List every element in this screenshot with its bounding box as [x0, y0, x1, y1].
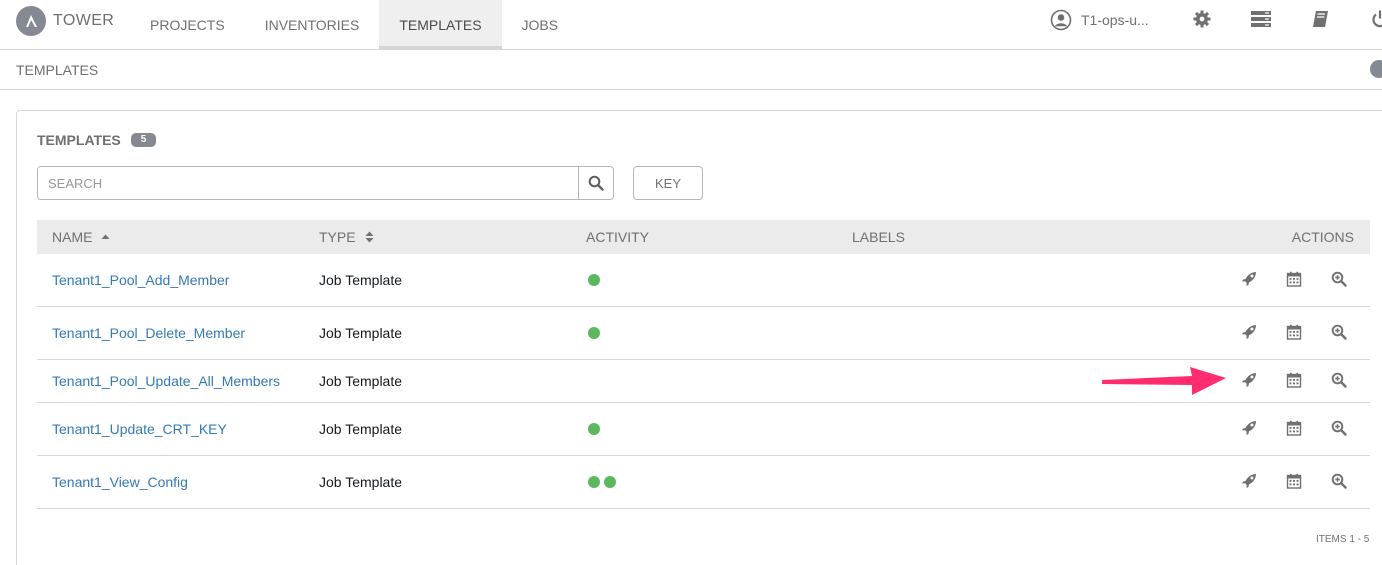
- table-row: Tenant1_Pool_Add_Member Job Template: [37, 254, 1370, 307]
- calendar-icon: [1286, 324, 1302, 343]
- nav-link-templates[interactable]: TEMPLATES: [379, 0, 502, 49]
- search-box: [37, 166, 614, 200]
- view-button[interactable]: [1331, 456, 1347, 508]
- template-type: Job Template: [319, 325, 403, 341]
- power-icon[interactable]: [1370, 9, 1382, 29]
- top-navigation: TOWER PROJECTS INVENTORIES TEMPLATES JOB…: [0, 0, 1382, 50]
- activity-stream-icon[interactable]: [1370, 60, 1382, 78]
- column-header-name[interactable]: NAME: [52, 220, 110, 254]
- view-button[interactable]: [1331, 307, 1347, 359]
- launch-button[interactable]: [1241, 456, 1257, 508]
- user-link[interactable]: T1-ops-u...: [1050, 9, 1149, 31]
- count-badge: 5: [130, 133, 157, 147]
- activity-indicators: [588, 254, 604, 306]
- zoom-in-icon: [1331, 473, 1347, 492]
- nav-link-jobs[interactable]: JOBS: [502, 0, 579, 49]
- rocket-icon: [1241, 473, 1257, 492]
- user-menu: T1-ops-u...: [1050, 0, 1149, 40]
- launch-button[interactable]: [1241, 307, 1257, 359]
- launch-button[interactable]: [1241, 360, 1257, 402]
- zoom-in-icon: [1331, 324, 1347, 343]
- column-header-type[interactable]: TYPE: [319, 220, 374, 254]
- job-status-dot[interactable]: [588, 274, 600, 286]
- table-header: NAME TYPE ACTIVITY LABELS ACTIONS: [37, 220, 1370, 254]
- job-status-dot[interactable]: [588, 327, 600, 339]
- calendar-icon: [1286, 473, 1302, 492]
- user-icon: [1050, 9, 1072, 31]
- table-row: Tenant1_Update_CRT_KEY Job Template: [37, 403, 1370, 456]
- nav-link-inventories[interactable]: INVENTORIES: [245, 0, 380, 49]
- launch-button[interactable]: [1241, 403, 1257, 455]
- job-status-dot[interactable]: [604, 476, 616, 488]
- template-type: Job Template: [319, 474, 403, 490]
- brand[interactable]: TOWER: [16, 6, 114, 36]
- activity-indicators: [588, 403, 604, 455]
- template-type: Job Template: [319, 272, 403, 288]
- template-name-link[interactable]: Tenant1_Pool_Add_Member: [52, 272, 229, 288]
- column-header-labels: LABELS: [852, 229, 905, 245]
- sort-icon: [365, 231, 374, 243]
- gear-icon[interactable]: [1192, 9, 1212, 29]
- view-button[interactable]: [1331, 403, 1347, 455]
- zoom-in-icon: [1331, 372, 1347, 391]
- template-name-link[interactable]: Tenant1_View_Config: [52, 474, 188, 490]
- job-status-dot[interactable]: [588, 476, 600, 488]
- table-row: Tenant1_View_Config Job Template: [37, 456, 1370, 509]
- column-header-type-label: TYPE: [319, 229, 356, 245]
- search-button[interactable]: [578, 167, 613, 199]
- rocket-icon: [1241, 420, 1257, 439]
- sort-ascending-icon: [101, 233, 110, 242]
- table-row: Tenant1_Pool_Delete_Member Job Template: [37, 307, 1370, 360]
- zoom-in-icon: [1331, 420, 1347, 439]
- schedule-button[interactable]: [1286, 403, 1302, 455]
- schedule-button[interactable]: [1286, 254, 1302, 306]
- server-icon[interactable]: [1250, 9, 1272, 29]
- template-type: Job Template: [319, 373, 403, 389]
- pagination-items: ITEMS 1 - 5: [1316, 534, 1370, 545]
- activity-indicators: [588, 307, 604, 359]
- view-button[interactable]: [1331, 360, 1347, 402]
- rocket-icon: [1241, 324, 1257, 343]
- panel-title-text: TEMPLATES: [37, 132, 121, 148]
- book-icon[interactable]: [1311, 9, 1331, 29]
- column-header-name-label: NAME: [52, 229, 93, 245]
- job-status-dot[interactable]: [588, 423, 600, 435]
- column-header-activity: ACTIVITY: [586, 229, 650, 245]
- templates-panel: TEMPLATES 5 KEY NAME TYPE: [16, 110, 1382, 565]
- schedule-button[interactable]: [1286, 360, 1302, 402]
- brand-name: TOWER: [53, 12, 115, 29]
- schedule-button[interactable]: [1286, 456, 1302, 508]
- zoom-in-icon: [1331, 271, 1347, 290]
- key-button[interactable]: KEY: [633, 166, 703, 200]
- annotation-arrow-icon: [1102, 367, 1226, 395]
- breadcrumb-templates: TEMPLATES: [16, 62, 99, 78]
- calendar-icon: [1286, 271, 1302, 290]
- launch-button[interactable]: [1241, 254, 1257, 306]
- schedule-button[interactable]: [1286, 307, 1302, 359]
- rocket-icon: [1241, 372, 1257, 391]
- breadcrumb: TEMPLATES: [0, 50, 1382, 90]
- calendar-icon: [1286, 372, 1302, 391]
- rocket-icon: [1241, 271, 1257, 290]
- template-name-link[interactable]: Tenant1_Pool_Update_All_Members: [52, 373, 280, 389]
- template-name-link[interactable]: Tenant1_Pool_Delete_Member: [52, 325, 245, 341]
- search-icon: [588, 175, 604, 191]
- ansible-logo-icon: [16, 6, 46, 36]
- username: T1-ops-u...: [1081, 12, 1149, 28]
- template-name-link[interactable]: Tenant1_Update_CRT_KEY: [52, 421, 227, 437]
- template-type: Job Template: [319, 421, 403, 437]
- panel-title: TEMPLATES 5: [37, 132, 157, 148]
- activity-indicators: [588, 456, 620, 508]
- view-button[interactable]: [1331, 254, 1347, 306]
- search-input[interactable]: [38, 167, 578, 199]
- column-header-actions: ACTIONS: [1291, 229, 1354, 245]
- nav-link-projects[interactable]: PROJECTS: [130, 0, 245, 49]
- main-nav-links: PROJECTS INVENTORIES TEMPLATES JOBS: [130, 0, 578, 49]
- calendar-icon: [1286, 420, 1302, 439]
